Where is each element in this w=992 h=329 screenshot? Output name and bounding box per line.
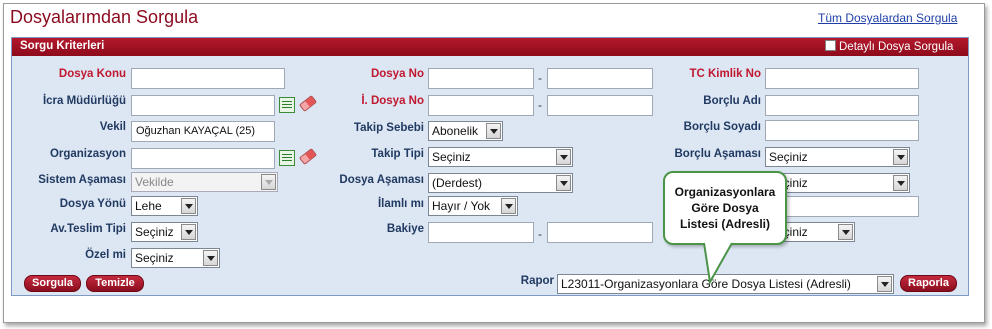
chevron-down-icon[interactable] <box>203 250 218 266</box>
dosya-yonu-select[interactable]: Lehe <box>131 196 198 216</box>
sistem-asamasi-select: Vekilde <box>131 172 278 192</box>
chevron-down-icon[interactable] <box>181 224 196 240</box>
icra-mudurlugu-input[interactable] <box>131 95 275 116</box>
dosya-asamasi-label: Dosya Aşaması <box>339 174 424 186</box>
dosya-asamasi-select[interactable]: (Derdest) <box>428 173 573 193</box>
temizle-button[interactable]: Temizle <box>86 275 144 292</box>
dosya-no-label: Dosya No <box>370 68 424 80</box>
tc-kimlik-no-label: TC Kimlik No <box>689 68 761 80</box>
takip-sebebi-label: Takip Sebebi <box>353 122 424 134</box>
borclu-soyadi-input[interactable] <box>765 120 919 141</box>
chevron-down-icon[interactable] <box>893 175 908 191</box>
ilamli-mi-label: İlamlı mı <box>377 198 424 210</box>
vekil-input[interactable]: Oğuzhan KAYAÇAL (25) <box>131 121 275 142</box>
i-dosya-no-from-input[interactable] <box>428 95 534 116</box>
takip-tipi-value: Seçiniz <box>432 150 471 164</box>
rapor-label: Rapor <box>520 275 554 287</box>
borclu-asamasi-label: Borçlu Aşaması <box>674 148 762 160</box>
tooltip-line: Listesi (Adresli) <box>679 217 771 231</box>
av-teslim-tipi-value: Seçiniz <box>135 225 174 239</box>
dosya-yonu-value: Lehe <box>135 199 162 213</box>
borclu-asamasi-value: Seçiniz <box>769 150 808 164</box>
ozel-mi-value: Seçiniz <box>135 251 174 265</box>
chevron-down-icon[interactable] <box>877 276 892 292</box>
dosya-asamasi-value: (Derdest) <box>432 176 483 190</box>
ilamli-mi-value: Hayır / Yok <box>432 199 491 213</box>
page-title: Dosyalarımdan Sorgula <box>10 7 199 27</box>
takip-tipi-select[interactable]: Seçiniz <box>428 147 573 167</box>
range-dash: - <box>538 227 542 241</box>
chevron-down-icon <box>261 174 276 190</box>
detailed-query-label: Detaylı Dosya Sorgula <box>839 41 954 53</box>
i-dosya-no-to-input[interactable] <box>547 95 653 116</box>
dosya-yonu-label: Dosya Yönü <box>59 198 126 210</box>
range-dash: - <box>538 71 542 85</box>
all-files-query-link[interactable]: Tüm Dosyalardan Sorgula <box>818 11 957 25</box>
detailed-query-checkbox[interactable]: Detaylı Dosya Sorgula <box>825 40 953 53</box>
ozel-mi-label: Özel mi <box>85 249 126 261</box>
list-select-icon[interactable] <box>279 150 295 166</box>
borclu-asamasi-select[interactable]: Seçiniz <box>765 147 910 167</box>
borclu-adi-label: Borçlu Adı <box>703 95 761 107</box>
chevron-down-icon[interactable] <box>486 123 501 139</box>
borclu-soyadi-label: Borçlu Soyadı <box>683 121 761 133</box>
dosya-konu-label: Dosya Konu <box>58 68 126 80</box>
ilamli-mi-select[interactable]: Hayır / Yok <box>428 196 518 216</box>
row6-input[interactable] <box>765 196 919 217</box>
panel-header: Sorgu Kriterleri Detaylı Dosya Sorgula <box>12 38 968 56</box>
bakiye-from-input[interactable] <box>428 222 534 243</box>
dosya-no-from-input[interactable] <box>428 68 534 89</box>
takip-tipi-label: Takip Tipi <box>371 148 424 160</box>
chevron-down-icon[interactable] <box>556 149 571 165</box>
icra-mudurlugu-label: İcra Müdürlüğü <box>42 95 126 107</box>
dosya-konu-input[interactable] <box>131 68 285 89</box>
sistem-asamasi-label: Sistem Aşaması <box>38 174 126 186</box>
bakiye-to-input[interactable] <box>547 222 653 243</box>
takip-sebebi-value: Abonelik <box>432 124 479 138</box>
raporla-button[interactable]: Raporla <box>900 275 957 292</box>
organizasyon-label: Organizasyon <box>49 148 126 160</box>
tooltip-line: Organizasyonlara <box>674 185 776 199</box>
sistem-asamasi-value: Vekilde <box>135 175 174 189</box>
chevron-down-icon[interactable] <box>556 175 571 191</box>
range-dash: - <box>538 98 542 112</box>
tooltip-line: Göre Dosya <box>691 201 759 215</box>
ozel-mi-select[interactable]: Seçiniz <box>131 248 220 268</box>
tooltip-pointer <box>703 242 733 286</box>
sorgula-button[interactable]: Sorgula <box>24 275 81 292</box>
i-dosya-no-label: İ. Dosya No <box>361 95 424 107</box>
panel-title: Sorgu Kriterleri <box>20 40 105 52</box>
chevron-down-icon[interactable] <box>838 224 853 240</box>
borclu-adi-input[interactable] <box>765 95 919 116</box>
list-select-icon[interactable] <box>279 97 295 113</box>
tc-kimlik-no-input[interactable] <box>765 68 919 89</box>
bakiye-label: Bakiye <box>386 223 424 235</box>
vekil-label: Vekil <box>99 121 126 133</box>
chevron-down-icon[interactable] <box>501 198 516 214</box>
av-teslim-tipi-select[interactable]: Seçiniz <box>131 222 198 242</box>
chevron-down-icon[interactable] <box>893 149 908 165</box>
organizasyon-input[interactable] <box>131 148 275 169</box>
checkbox-box[interactable] <box>825 40 836 51</box>
chevron-down-icon[interactable] <box>181 198 196 214</box>
dosya-no-to-input[interactable] <box>547 68 653 89</box>
report-tooltip: Organizasyonlara Göre Dosya Listesi (Adr… <box>663 171 787 245</box>
av-teslim-tipi-label: Av.Teslim Tipi <box>50 223 126 235</box>
takip-sebebi-select[interactable]: Abonelik <box>428 121 503 141</box>
